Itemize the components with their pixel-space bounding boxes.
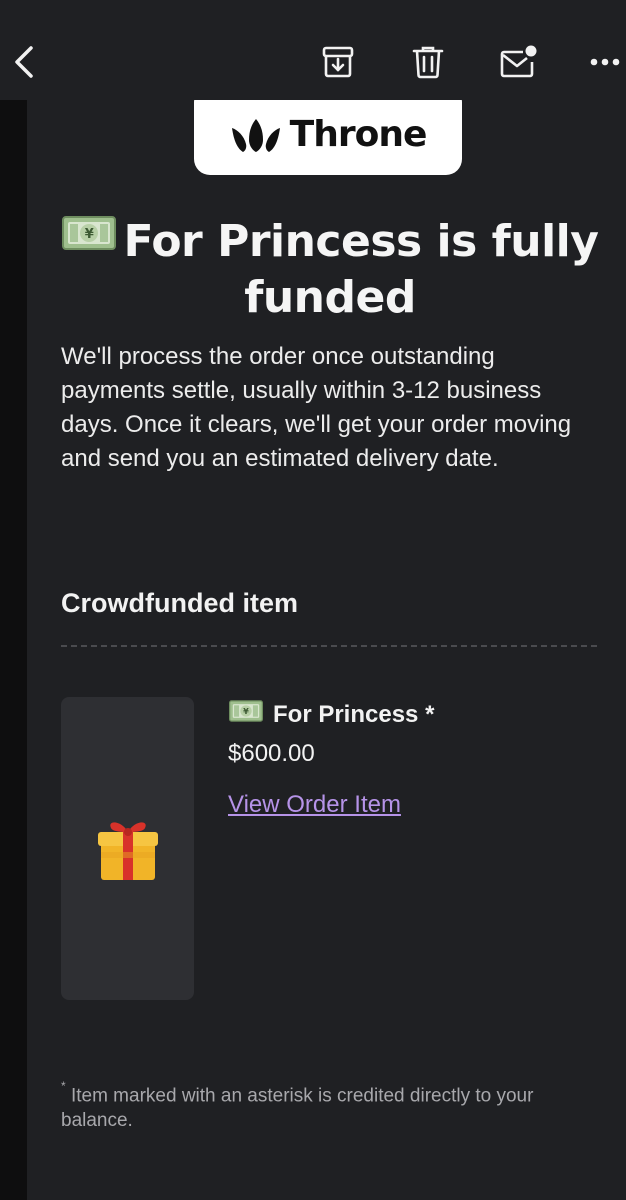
headline-text: For Princess is fully funded bbox=[123, 216, 599, 323]
mark-unread-icon bbox=[500, 45, 537, 78]
trash-button[interactable] bbox=[404, 38, 452, 86]
email-headline: ¥ For Princess is fully funded bbox=[60, 215, 600, 325]
footnote: * Item marked with an asterisk is credit… bbox=[61, 1078, 581, 1133]
footnote-asterisk: * bbox=[61, 1079, 66, 1093]
item-thumbnail[interactable] bbox=[61, 697, 194, 1000]
svg-text:¥: ¥ bbox=[84, 227, 93, 242]
back-button[interactable] bbox=[0, 38, 48, 86]
email-viewer: Throne ¥ For Princess is fully funded We… bbox=[0, 0, 626, 1200]
chevron-left-icon bbox=[15, 46, 33, 78]
left-edge-strip bbox=[0, 0, 27, 1200]
item-name-text: For Princess * bbox=[273, 700, 435, 728]
archive-button[interactable] bbox=[314, 38, 362, 86]
more-button[interactable] bbox=[584, 38, 626, 86]
more-horizontal-icon bbox=[590, 58, 620, 66]
section-title: Crowdfunded item bbox=[61, 588, 298, 618]
svg-text:¥: ¥ bbox=[243, 706, 249, 716]
top-toolbar bbox=[0, 0, 626, 100]
footnote-text: Item marked with an asterisk is credited… bbox=[61, 1085, 534, 1132]
item-price: $600.00 bbox=[228, 740, 315, 767]
item-name: ¥ For Princess * bbox=[229, 699, 434, 730]
throne-crown-icon bbox=[231, 118, 280, 152]
archive-icon bbox=[322, 46, 354, 78]
trash-icon bbox=[412, 46, 444, 79]
money-banknote-small-icon: ¥ bbox=[229, 699, 263, 730]
money-banknote-icon: ¥ bbox=[61, 211, 116, 265]
gift-box-icon bbox=[97, 821, 158, 880]
view-order-item-link[interactable]: View Order Item bbox=[228, 791, 401, 819]
intro-paragraph: We'll process the order once outstanding… bbox=[61, 343, 572, 472]
dashed-divider bbox=[61, 645, 597, 647]
mark-unread-button[interactable] bbox=[494, 38, 542, 86]
logo-wordmark: Throne bbox=[289, 114, 428, 155]
